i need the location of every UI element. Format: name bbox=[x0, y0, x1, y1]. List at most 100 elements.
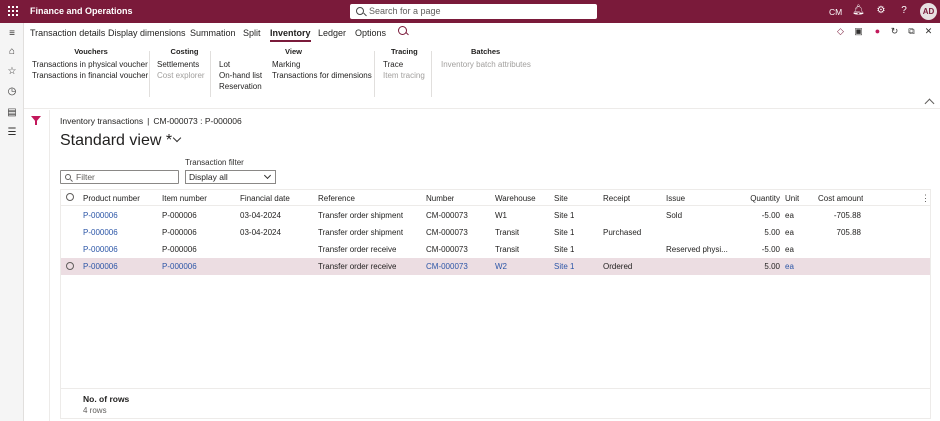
ribbon-group-view: Lot On-hand list Reservation bbox=[219, 47, 267, 99]
group-title: Batches bbox=[471, 47, 501, 56]
column-header-unit[interactable]: Unit bbox=[785, 194, 799, 203]
ribbon-group-batches: Batches Inventory batch attributes bbox=[441, 47, 536, 99]
column-header-site[interactable]: Site bbox=[554, 194, 568, 203]
column-header-product-number[interactable]: Product number bbox=[83, 194, 140, 203]
row-select-radio[interactable] bbox=[66, 262, 74, 270]
tab-options[interactable]: Options bbox=[355, 28, 386, 38]
site: Site 1 bbox=[554, 228, 575, 237]
action-search-icon[interactable] bbox=[398, 26, 407, 35]
home-icon[interactable]: ⌂ bbox=[6, 46, 18, 58]
tab-transaction-details[interactable]: Transaction details bbox=[30, 28, 105, 38]
diamond-icon[interactable]: ◇ bbox=[835, 26, 846, 37]
quantity: 5.00 bbox=[764, 262, 780, 271]
divider bbox=[149, 51, 150, 97]
more-options-icon[interactable]: ⋮ bbox=[921, 193, 930, 204]
search-input[interactable]: Search for a page bbox=[350, 4, 597, 19]
column-header-number[interactable]: Number bbox=[426, 194, 454, 203]
column-header-quantity[interactable]: Quantity bbox=[731, 194, 780, 203]
marking-button[interactable]: Marking bbox=[272, 60, 372, 71]
reference: Transfer order receive bbox=[318, 262, 397, 271]
lot-button[interactable]: Lot bbox=[219, 60, 267, 71]
product-number-link[interactable]: P-000006 bbox=[83, 228, 118, 237]
issue: Sold bbox=[666, 211, 683, 220]
breadcrumb-page: Inventory transactions bbox=[60, 116, 144, 126]
transaction-filter-label: Transaction filter bbox=[185, 158, 244, 167]
transactions-financial-voucher-button[interactable]: Transactions in financial voucher bbox=[32, 71, 150, 82]
table-row[interactable]: P-000006 P-000006 Transfer order receive… bbox=[61, 241, 930, 258]
number: CM-000073 bbox=[426, 245, 468, 254]
avatar[interactable]: AD bbox=[920, 3, 937, 20]
group-title: Costing bbox=[170, 47, 199, 56]
grid-header: Product number Item number Financial dat… bbox=[61, 190, 930, 206]
filter-icon[interactable] bbox=[31, 116, 41, 125]
modules-icon[interactable]: ☰ bbox=[6, 127, 18, 139]
table-row-selected[interactable]: P-000006 P-000006 Transfer order receive… bbox=[61, 258, 930, 275]
transactions-physical-voucher-button[interactable]: Transactions in physical voucher bbox=[32, 60, 150, 71]
help-icon[interactable]: ? bbox=[898, 5, 910, 17]
clock-icon[interactable]: ◷ bbox=[6, 86, 18, 98]
group-title: Vouchers bbox=[74, 47, 108, 56]
column-header-item-number[interactable]: Item number bbox=[162, 194, 207, 203]
product-number-link[interactable]: P-000006 bbox=[83, 262, 118, 271]
filter-input[interactable]: Filter bbox=[60, 170, 179, 184]
column-header-cost-amount[interactable]: Cost amount bbox=[818, 194, 863, 203]
column-header-reference[interactable]: Reference bbox=[318, 194, 355, 203]
product-number-link[interactable]: P-000006 bbox=[83, 211, 118, 220]
unit-link[interactable]: ea bbox=[785, 262, 794, 271]
column-header-receipt[interactable]: Receipt bbox=[603, 194, 630, 203]
app-launcher-icon[interactable] bbox=[8, 6, 18, 16]
breadcrumb-record: CM-000073 : P-000006 bbox=[153, 116, 242, 126]
hamburger-icon[interactable]: ≡ bbox=[6, 28, 18, 40]
gear-icon[interactable]: ⚙ bbox=[875, 5, 887, 17]
refresh-icon[interactable]: ↻ bbox=[889, 26, 900, 37]
breadcrumb: Inventory transactions | CM-000073 : P-000… bbox=[60, 116, 242, 126]
search-icon bbox=[356, 7, 364, 15]
product-number-link[interactable]: P-000006 bbox=[83, 245, 118, 254]
ribbon-group-tracing: Tracing Trace Item tracing bbox=[383, 47, 433, 99]
item-number-link[interactable]: P-000006 bbox=[162, 262, 197, 271]
grid-footer: No. of rows 4 rows bbox=[61, 388, 930, 418]
on-hand-list-button[interactable]: On-hand list bbox=[219, 71, 267, 82]
quantity: 5.00 bbox=[764, 228, 780, 237]
tab-ledger[interactable]: Ledger bbox=[318, 28, 346, 38]
trace-button[interactable]: Trace bbox=[383, 60, 433, 71]
transactions-for-dimensions-button[interactable]: Transactions for dimensions bbox=[272, 71, 372, 82]
number: CM-000073 bbox=[426, 211, 468, 220]
divider bbox=[374, 51, 375, 97]
left-nav: ≡ ⌂ ☆ ◷ ▤ ☰ bbox=[0, 23, 24, 421]
office-icon[interactable]: ▣ bbox=[853, 26, 864, 37]
settlements-button[interactable]: Settlements bbox=[157, 60, 212, 71]
select-all-radio[interactable] bbox=[66, 193, 74, 201]
filter-placeholder: Filter bbox=[76, 172, 95, 182]
app-title[interactable]: Finance and Operations bbox=[30, 6, 133, 16]
reference: Transfer order shipment bbox=[318, 228, 404, 237]
table-row[interactable]: P-000006 P-000006 03-04-2024 Transfer or… bbox=[61, 207, 930, 224]
action-pane-tabs: Transaction details Display dimensions S… bbox=[24, 23, 940, 43]
tab-display-dimensions[interactable]: Display dimensions bbox=[108, 28, 186, 38]
transaction-filter-select[interactable]: Display all bbox=[185, 170, 276, 184]
view-selector[interactable]: Standard view * bbox=[60, 132, 182, 150]
receipt: Ordered bbox=[603, 262, 633, 271]
number-link[interactable]: CM-000073 bbox=[426, 262, 468, 271]
site: Site 1 bbox=[554, 211, 575, 220]
bell-icon[interactable]: 🔔︎ bbox=[852, 5, 865, 17]
item-number: P-000006 bbox=[162, 211, 197, 220]
tab-summation[interactable]: Summation bbox=[190, 28, 236, 38]
reservation-button[interactable]: Reservation bbox=[219, 82, 267, 93]
table-row[interactable]: P-000006 P-000006 03-04-2024 Transfer or… bbox=[61, 224, 930, 241]
tab-split[interactable]: Split bbox=[243, 28, 261, 38]
column-header-financial-date[interactable]: Financial date bbox=[240, 194, 290, 203]
workspace-icon[interactable]: ▤ bbox=[6, 107, 18, 119]
company-selector[interactable]: CM bbox=[829, 7, 842, 17]
divider bbox=[210, 51, 211, 97]
close-icon[interactable]: ✕ bbox=[923, 26, 934, 37]
column-header-issue[interactable]: Issue bbox=[666, 194, 685, 203]
column-header-warehouse[interactable]: Warehouse bbox=[495, 194, 536, 203]
notification-badge-icon[interactable]: ● bbox=[872, 26, 883, 37]
warehouse-link[interactable]: W2 bbox=[495, 262, 507, 271]
search-placeholder: Search for a page bbox=[369, 6, 441, 16]
popout-icon[interactable]: ⧉ bbox=[906, 26, 917, 37]
tab-inventory[interactable]: Inventory bbox=[270, 28, 311, 42]
star-icon[interactable]: ☆ bbox=[6, 66, 18, 78]
site-link[interactable]: Site 1 bbox=[554, 262, 574, 271]
